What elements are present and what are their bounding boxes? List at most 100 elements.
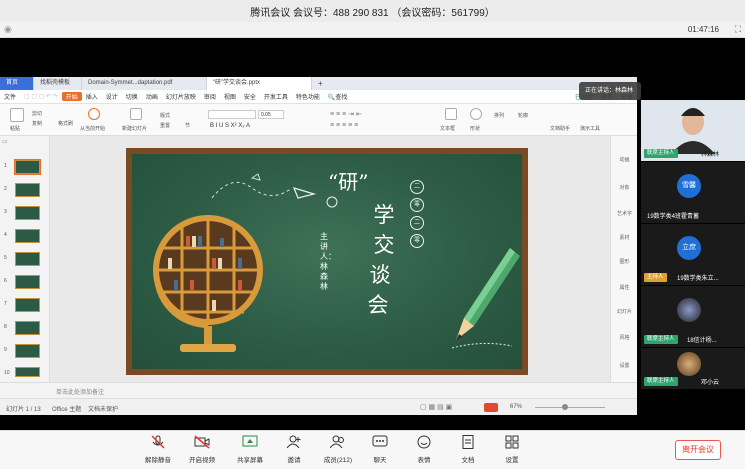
copy-button[interactable]: 复制 bbox=[32, 120, 42, 127]
paragraph-buttons[interactable]: ≡ ≡ ≡ ⇥ ⇤ bbox=[330, 110, 362, 118]
protect-status[interactable]: 文档未保护 bbox=[88, 404, 118, 413]
participant-tile[interactable]: 联席主持人 邓小云 bbox=[641, 348, 745, 390]
arrange-button[interactable]: 排列 bbox=[494, 112, 504, 119]
pane-style[interactable]: 风格 bbox=[611, 334, 638, 341]
menu-search[interactable]: 🔍查找 bbox=[324, 92, 352, 101]
text-style-buttons[interactable]: B I U S X² X₂ A bbox=[210, 123, 250, 129]
menu-file[interactable]: 文件 bbox=[0, 92, 20, 101]
slide-thumbnail-6[interactable] bbox=[15, 275, 40, 289]
documents-button[interactable]: 文档 bbox=[448, 435, 488, 464]
slide-thumbnail-10[interactable] bbox=[15, 367, 40, 377]
menu-quick-tools[interactable]: ▢ ▢ ▢ ↶ ↷ bbox=[20, 93, 62, 100]
tab-template[interactable]: 找稻壳模板 bbox=[34, 77, 82, 90]
meeting-topbar: ◉ 01:47:16 ⛶ bbox=[0, 22, 745, 38]
participant-tile[interactable]: 雪馨 19数学类4班霍青蓄 bbox=[641, 162, 745, 224]
members-button[interactable]: 成员(212) bbox=[318, 435, 358, 464]
tab-pdf[interactable]: Domain-Symmet...daptation.pdf bbox=[82, 77, 207, 90]
camera-off-icon bbox=[194, 435, 210, 449]
slide-count: 幻灯片 1 / 13 bbox=[6, 407, 41, 413]
pane-graphic[interactable]: 图形 bbox=[611, 258, 638, 265]
play-slideshow-button[interactable] bbox=[484, 403, 498, 412]
shape-icon[interactable] bbox=[470, 108, 482, 120]
shape-button[interactable]: 形状 bbox=[470, 125, 480, 132]
menu-insert[interactable]: 插入 bbox=[82, 92, 102, 101]
play-icon[interactable] bbox=[88, 108, 100, 120]
paste-icon[interactable] bbox=[10, 108, 24, 122]
invite-button[interactable]: 邀请 bbox=[274, 435, 314, 464]
view-mode-buttons[interactable]: ▢ ▦ ▤ ▣ bbox=[420, 403, 452, 411]
menu-view[interactable]: 视图 bbox=[220, 92, 240, 101]
slide-thumbnail-2[interactable] bbox=[15, 183, 40, 197]
settings-button[interactable]: 设置 bbox=[492, 435, 532, 464]
menu-devtools[interactable]: 开发工具 bbox=[260, 92, 292, 101]
menu-review[interactable]: 审阅 bbox=[200, 92, 220, 101]
pane-material[interactable]: 素材 bbox=[611, 234, 638, 241]
layout-button[interactable]: 版式 bbox=[160, 112, 170, 119]
thumb-number: 4 bbox=[4, 232, 7, 238]
pane-slide[interactable]: 幻灯片 bbox=[611, 308, 638, 315]
slide-thumbnail-7[interactable] bbox=[15, 298, 40, 312]
new-slide-button[interactable]: 新建幻灯片 bbox=[122, 125, 147, 132]
slide-thumbnail-8[interactable] bbox=[15, 321, 40, 335]
align-buttons[interactable]: ≡ ≡ ≡ ≡ ≡ bbox=[330, 122, 358, 129]
paste-label: 粘贴 bbox=[10, 126, 21, 132]
slide-title-vertical: 学 交 谈 会 bbox=[368, 200, 396, 320]
pane-object[interactable]: 对象 bbox=[611, 184, 638, 191]
menu-design[interactable]: 设计 bbox=[102, 92, 122, 101]
notes-bar[interactable]: 单击此处添加备注 bbox=[0, 382, 637, 398]
slide-thumbnail-3[interactable] bbox=[15, 206, 40, 220]
outline-button[interactable]: 轮廓 bbox=[518, 112, 528, 119]
notes-placeholder[interactable]: 单击此处添加备注 bbox=[56, 387, 104, 396]
chalk-circle-doodle bbox=[326, 196, 338, 208]
share-screen-button[interactable]: 共享屏幕 bbox=[230, 435, 270, 464]
new-tab-icon[interactable]: + bbox=[312, 77, 329, 90]
textbox-icon[interactable] bbox=[445, 108, 457, 120]
menu-slideshow[interactable]: 幻灯片放映 bbox=[162, 92, 200, 101]
menu-home[interactable]: 开始 bbox=[61, 92, 82, 101]
participant-tile[interactable]: 联席主持人 林森林 bbox=[641, 100, 745, 162]
tab-pptx[interactable]: “研”学交谈会.pptx bbox=[207, 77, 312, 90]
participant-tile[interactable]: 联席主持人 18信计杨... bbox=[641, 286, 745, 348]
chalkboard: “研” 学 交 谈 会 二 零 二 零 主讲人：林森林 bbox=[132, 154, 522, 369]
play-from-current-button[interactable]: 从当前开始 bbox=[80, 125, 105, 132]
chat-button[interactable]: 聊天 bbox=[360, 435, 400, 464]
zoom-slider[interactable] bbox=[535, 407, 605, 408]
slide-thumbnail-9[interactable] bbox=[15, 344, 40, 358]
menu-animation[interactable]: 动画 bbox=[142, 92, 162, 101]
slide-thumbnail-5[interactable] bbox=[15, 252, 40, 266]
font-size-select[interactable]: 0.05 bbox=[258, 110, 284, 119]
leave-meeting-button[interactable]: 离开会议 bbox=[675, 440, 721, 460]
participant-tile[interactable]: 立庶 主持人 19数学类朱立... bbox=[641, 224, 745, 286]
pane-properties[interactable]: 属性 bbox=[611, 284, 638, 291]
new-slide-icon[interactable] bbox=[130, 108, 142, 120]
participant-avatar: 雪馨 bbox=[677, 174, 701, 198]
thumb-number: 1 bbox=[4, 163, 7, 169]
start-video-button[interactable]: 开启视频 bbox=[182, 435, 222, 464]
textbox-button[interactable]: 文本框 bbox=[440, 125, 455, 132]
tab-home[interactable]: 首页 bbox=[0, 77, 34, 90]
doc-assistant-button[interactable]: 文档助手 bbox=[550, 125, 570, 132]
reaction-button[interactable]: 表情 bbox=[404, 435, 444, 464]
reset-button[interactable]: 重置 bbox=[160, 122, 170, 129]
menu-transition[interactable]: 切换 bbox=[122, 92, 142, 101]
shield-icon[interactable]: ◉ bbox=[4, 24, 12, 35]
fullscreen-icon[interactable]: ⛶ bbox=[735, 24, 741, 35]
menu-features[interactable]: 特色功能 bbox=[292, 92, 324, 101]
font-family-select[interactable] bbox=[208, 110, 256, 119]
slide-1[interactable]: “研” 学 交 谈 会 二 零 二 零 主讲人：林森林 bbox=[126, 148, 528, 375]
collapse-icon[interactable]: ▭ bbox=[2, 138, 10, 146]
slide-thumbnail-1[interactable] bbox=[14, 159, 41, 175]
pane-animation[interactable]: 动画 bbox=[611, 156, 638, 163]
section-button[interactable]: 节 bbox=[185, 122, 190, 129]
unmute-button[interactable]: 解除静音 bbox=[138, 435, 178, 464]
pane-settings[interactable]: 设置 bbox=[611, 362, 638, 369]
zoom-slider-handle[interactable] bbox=[562, 404, 568, 410]
chalk-pencil-illustration bbox=[452, 248, 520, 349]
presentation-tools-button[interactable]: 演示工具 bbox=[580, 125, 600, 132]
menu-security[interactable]: 安全 bbox=[240, 92, 260, 101]
participant-name: 邓小云 bbox=[701, 380, 720, 386]
slide-thumbnail-4[interactable] bbox=[15, 229, 40, 243]
format-painter-button[interactable]: 格式刷 bbox=[58, 120, 73, 127]
cut-button[interactable]: 剪切 bbox=[32, 110, 42, 117]
pane-artword[interactable]: 艺术字 bbox=[611, 210, 638, 217]
